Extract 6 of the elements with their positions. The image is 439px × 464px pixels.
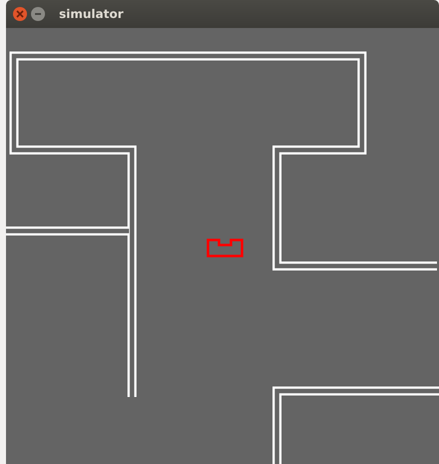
close-button[interactable] [13,7,27,21]
close-icon [16,10,24,18]
minimize-button[interactable] [31,7,45,21]
robot-icon [206,238,244,258]
window-title: simulator [59,7,124,21]
minimize-icon [34,13,42,15]
